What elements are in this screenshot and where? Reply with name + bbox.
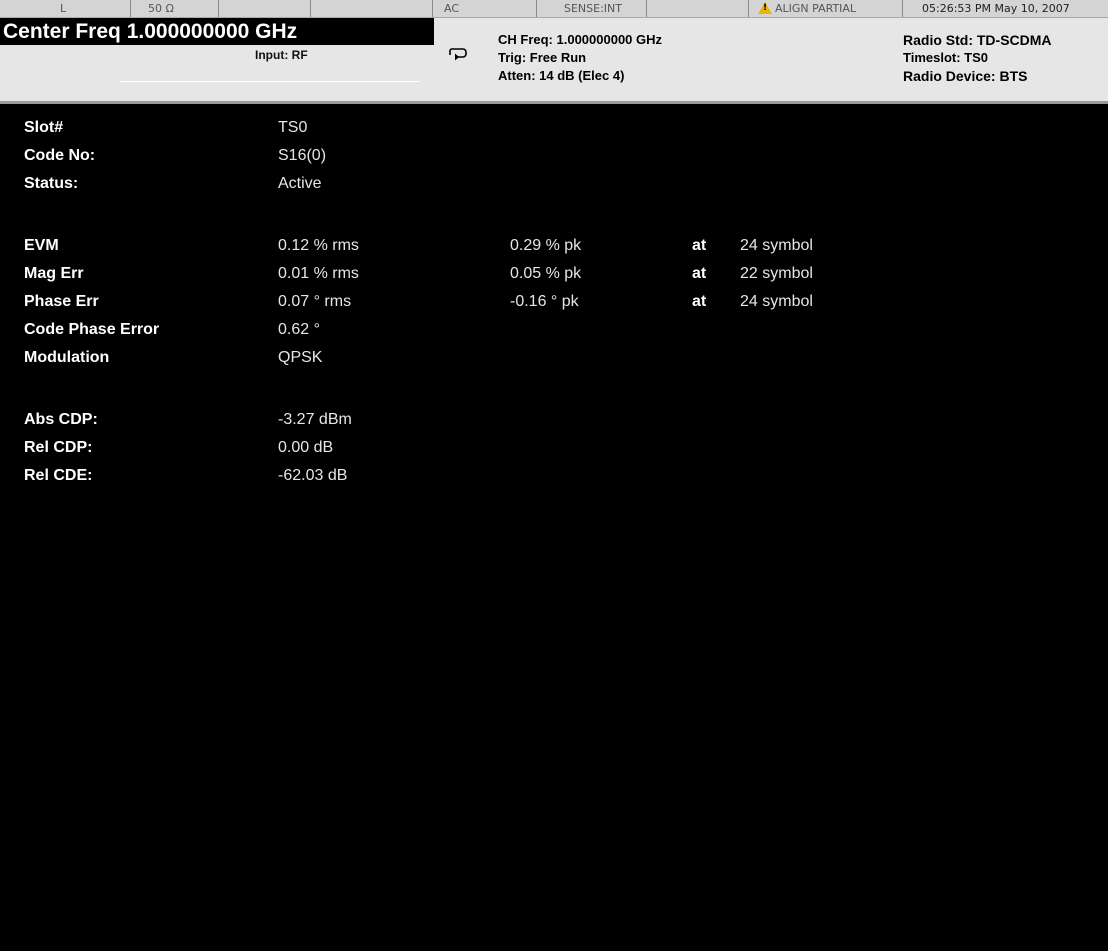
rel-cdp-label: Rel CDP: [24,439,93,456]
evm-label: EVM [24,237,59,254]
header-divider [120,81,420,82]
timeslot: Timeslot: TS0 [903,50,989,65]
slot-value: TS0 [278,119,308,136]
code-phase-error-value: 0.62 ° [278,321,320,338]
modulation-label: Modulation [24,349,110,366]
phase-err-at: at [692,293,707,310]
abs-cdp-value: -3.27 dBm [278,411,352,428]
radio-std: Radio Std: TD-SCDMA [903,32,1052,48]
sense-value: SENSE:INT [564,2,622,15]
radio-device: Radio Device: BTS [903,68,1028,84]
status-cell-blank-1 [218,0,311,17]
mag-err-at: at [692,265,707,282]
phase-err-label: Phase Err [24,293,99,310]
rel-cde-value: -62.03 dB [278,467,348,484]
align-indicator: ALIGN PARTIAL [748,0,903,17]
trigger-loop-icon [449,48,467,61]
results-panel: Slot# TS0 Code No: S16(0) Status: Active… [0,104,1108,951]
status-value: Active [278,175,322,192]
attenuation: Atten: 14 dB (Elec 4) [498,68,625,83]
phase-err-symbol: 24 symbol [740,293,813,310]
mag-err-rms: 0.01 % rms [278,265,359,282]
evm-pk: 0.29 % pk [510,237,582,254]
status-label: Status: [24,175,79,192]
status-bar: L 50 Ω AC SENSE:INT ALIGN PARTIAL 05:26:… [0,0,1108,18]
rel-cdp-value: 0.00 dB [278,439,334,456]
sense-indicator: SENSE:INT [536,0,647,17]
evm-symbol: 24 symbol [740,237,813,254]
code-no-label: Code No: [24,147,96,164]
slot-label: Slot# [24,119,64,136]
trigger-mode: Trig: Free Run [498,50,587,65]
coupling-value: L [60,2,67,15]
input-label: Input: RF [255,48,308,62]
datetime-display: 05:26:53 PM May 10, 2007 [902,0,1108,17]
code-phase-error-label: Code Phase Error [24,321,160,338]
status-cell-blank-2 [310,0,433,17]
phase-err-pk: -0.16 ° pk [510,293,579,310]
center-freq-title: Center Freq 1.000000000 GHz [3,20,298,43]
ch-freq: CH Freq: 1.000000000 GHz [498,32,663,47]
measurement-header: Center Freq 1.000000000 GHz Input: RF CH… [0,18,1108,104]
mag-err-symbol: 22 symbol [740,265,813,282]
rel-cde-label: Rel CDE: [24,467,93,484]
status-cell-blank-3 [646,0,749,17]
coupling-indicator: L [0,0,131,17]
align-status: ALIGN PARTIAL [775,2,857,15]
modulation-value: QPSK [278,349,323,366]
impedance-indicator: 50 Ω [130,0,219,17]
ac-value: AC [444,2,460,15]
mag-err-pk: 0.05 % pk [510,265,582,282]
ac-indicator: AC [432,0,537,17]
code-no-value: S16(0) [278,147,327,164]
datetime-value: 05:26:53 PM May 10, 2007 [922,2,1070,15]
evm-at: at [692,237,707,254]
abs-cdp-label: Abs CDP: [24,411,98,428]
warning-triangle-icon [758,2,772,14]
evm-rms: 0.12 % rms [278,237,359,254]
center-freq-box[interactable]: Center Freq 1.000000000 GHz [0,18,434,45]
impedance-value: 50 Ω [148,2,174,15]
phase-err-rms: 0.07 ° rms [278,293,352,310]
mag-err-label: Mag Err [24,265,84,282]
